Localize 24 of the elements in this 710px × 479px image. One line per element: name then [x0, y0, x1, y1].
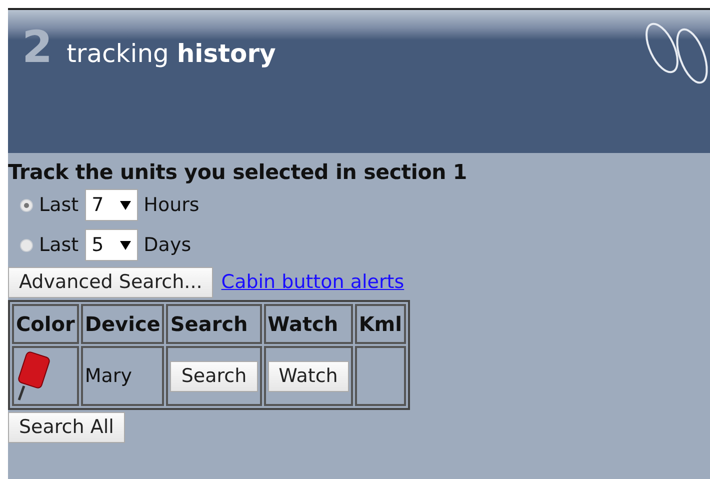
- search-all-button[interactable]: Search All: [8, 412, 125, 443]
- select-field[interactable]: 7: [84, 189, 138, 221]
- search-button[interactable]: Search: [170, 360, 258, 392]
- unit-label: Hours: [144, 192, 200, 218]
- dropdown-arrow-icon: [120, 200, 131, 210]
- column-header: Watch: [264, 304, 353, 344]
- radio-button[interactable]: [20, 238, 33, 252]
- advanced-search-button[interactable]: Advanced Search...: [8, 267, 214, 298]
- range-label: Last: [39, 232, 79, 258]
- dropdown-arrow-icon: [120, 240, 131, 250]
- alerts-link[interactable]: Cabin button alerts: [221, 268, 404, 297]
- range-label: Last: [39, 192, 79, 218]
- column-header: Search: [166, 304, 262, 344]
- column-header: Color: [12, 304, 79, 344]
- radio-button[interactable]: [20, 198, 33, 212]
- section-heading: Track the units you selected in section 1: [8, 159, 468, 185]
- select-field[interactable]: 5: [84, 229, 138, 261]
- watch-button[interactable]: Watch: [268, 360, 349, 392]
- section-title: tracking history: [66, 38, 276, 70]
- column-header: Kml: [354, 304, 406, 344]
- section-number: 2: [22, 26, 53, 70]
- device-cell: Mary: [80, 346, 164, 406]
- column-header: Device: [80, 304, 164, 344]
- unit-label: Days: [144, 232, 192, 258]
